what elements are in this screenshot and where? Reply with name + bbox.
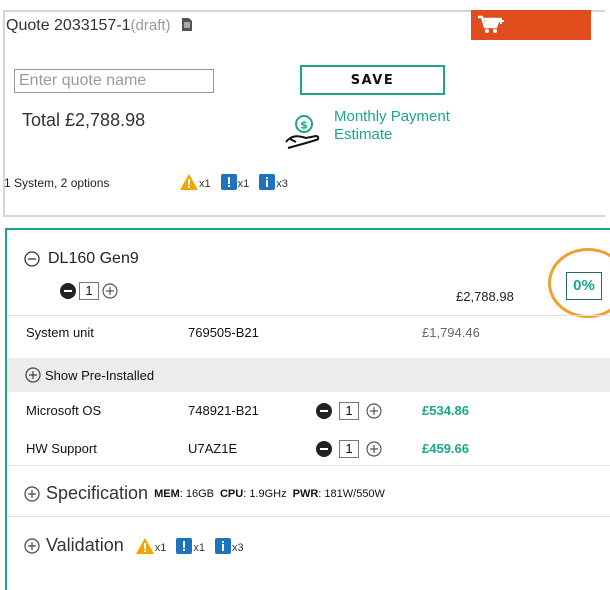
quote-title: Quote 2033157-1(draft) — [6, 17, 193, 35]
warning-alert[interactable]: x1 — [135, 537, 167, 554]
add-to-cart-button[interactable] — [471, 10, 591, 40]
quote-alerts: x1 x1 x3 — [180, 174, 298, 190]
increment-icon[interactable] — [366, 441, 382, 457]
error-icon — [220, 174, 237, 190]
system-unit-price: £1,794.46 — [422, 325, 480, 340]
option-qty-value[interactable]: 1 — [339, 440, 359, 458]
info-count: x3 — [231, 541, 244, 554]
system-unit-label: System unit — [26, 325, 94, 340]
quote-name-input[interactable] — [14, 69, 214, 93]
info-alert[interactable]: x3 — [214, 537, 244, 554]
quote-total: Total £2,788.98 — [22, 110, 146, 130]
increment-icon[interactable] — [366, 403, 382, 419]
cpu-value: : 1.9GHz — [243, 487, 287, 500]
decrement-icon[interactable] — [316, 441, 332, 457]
option-qty-stepper[interactable]: 1 — [316, 402, 382, 420]
discount-badge[interactable]: 0% — [566, 272, 602, 300]
option-price: £459.66 — [422, 441, 469, 456]
show-preinstalled-toggle[interactable]: Show Pre-Installed — [25, 367, 154, 383]
divider — [7, 465, 610, 466]
quote-summary: 1 System, 2 options — [4, 176, 110, 190]
info-alert[interactable]: x3 — [259, 174, 288, 190]
option-part: U7AZ1E — [188, 441, 238, 456]
error-icon — [176, 537, 193, 554]
mem-label: MEM — [154, 487, 180, 500]
warning-icon — [180, 174, 198, 190]
option-label: Microsoft OS — [26, 403, 102, 418]
mem-value: : 16GB — [179, 487, 214, 500]
collapse-icon[interactable] — [24, 251, 40, 267]
show-preinstalled-label: Show Pre-Installed — [45, 367, 155, 383]
pwr-value: : 181W/550W — [318, 487, 385, 500]
warning-count: x1 — [154, 541, 167, 554]
quote-status: (draft) — [130, 17, 171, 34]
system-qty-stepper[interactable]: 1 — [60, 282, 118, 300]
info-icon — [259, 174, 276, 190]
option-label: HW Support — [26, 441, 97, 456]
option-price: £534.86 — [422, 403, 469, 418]
decrement-icon[interactable] — [60, 283, 76, 299]
system-price: £2,788.98 — [456, 289, 514, 304]
warning-icon — [135, 537, 154, 554]
expand-icon — [25, 367, 41, 383]
expand-icon — [24, 485, 40, 502]
info-count: x3 — [276, 178, 288, 190]
error-alert[interactable]: x1 — [176, 537, 205, 554]
warning-alert[interactable]: x1 — [180, 174, 211, 190]
option-part: 748921-B21 — [188, 403, 259, 418]
error-count: x1 — [193, 541, 205, 554]
specification-row[interactable]: Specification MEM: 16GB CPU: 1.9GHz PWR:… — [24, 483, 391, 504]
option-qty-stepper[interactable]: 1 — [316, 440, 382, 458]
preinstalled-row: Show Pre-Installed — [7, 358, 610, 392]
validation-row[interactable]: Validation x1 x1 x3 — [24, 535, 254, 556]
decrement-icon[interactable] — [316, 403, 332, 419]
save-button[interactable]: SAVE — [300, 65, 445, 95]
divider — [7, 315, 610, 316]
pwr-label: PWR — [292, 487, 319, 500]
cart-add-icon — [478, 15, 504, 33]
system-name: DL160 Gen9 — [48, 250, 139, 267]
info-icon — [214, 537, 231, 554]
estimate-label: Estimate — [334, 126, 393, 143]
option-qty-value[interactable]: 1 — [339, 402, 359, 420]
system-header[interactable]: DL160 Gen9 — [24, 250, 139, 268]
expand-icon — [24, 537, 40, 554]
divider — [7, 516, 610, 517]
validation-label: Validation — [46, 535, 124, 555]
monthly-payment-label: Monthly Payment — [334, 108, 450, 125]
hand-coin-icon: $ — [285, 115, 320, 149]
quote-number: Quote 2033157-1 — [6, 17, 131, 34]
cpu-label: CPU — [219, 487, 244, 500]
error-count: x1 — [237, 178, 250, 190]
svg-text:$: $ — [300, 119, 308, 132]
error-alert[interactable]: x1 — [220, 174, 250, 190]
document-icon[interactable] — [181, 17, 193, 32]
warning-count: x1 — [199, 178, 211, 190]
increment-icon[interactable] — [102, 283, 118, 299]
specification-label: Specification — [46, 483, 149, 503]
system-unit-part: 769505-B21 — [188, 325, 259, 340]
system-qty-value[interactable]: 1 — [79, 282, 99, 300]
